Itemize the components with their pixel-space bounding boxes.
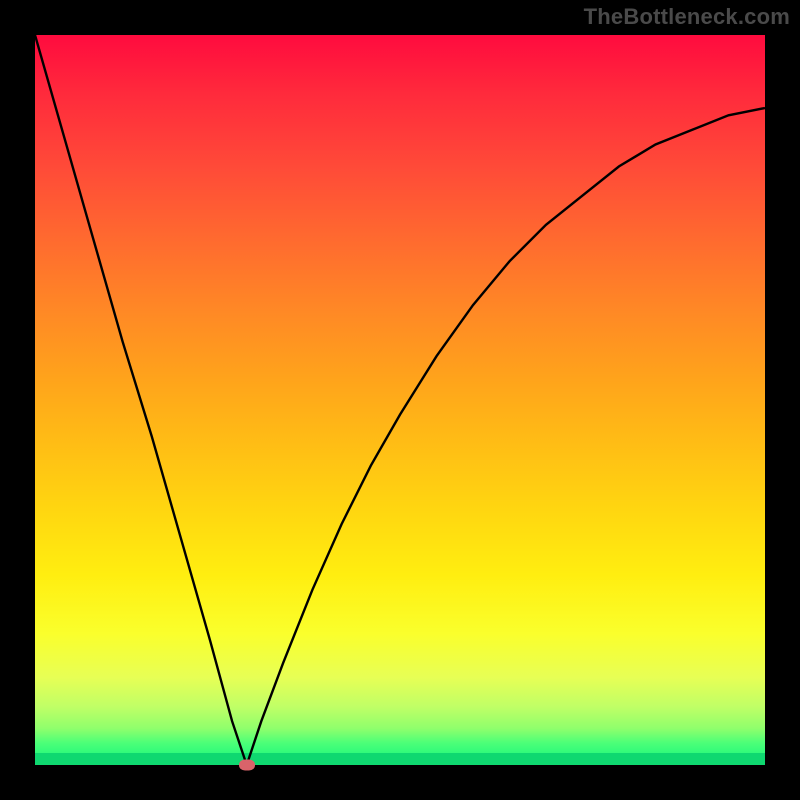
curve-svg — [35, 35, 765, 765]
bottleneck-curve — [35, 35, 765, 765]
watermark-label: TheBottleneck.com — [584, 4, 790, 30]
chart-frame: TheBottleneck.com — [0, 0, 800, 800]
green-band — [35, 753, 765, 765]
plot-area — [35, 35, 765, 765]
